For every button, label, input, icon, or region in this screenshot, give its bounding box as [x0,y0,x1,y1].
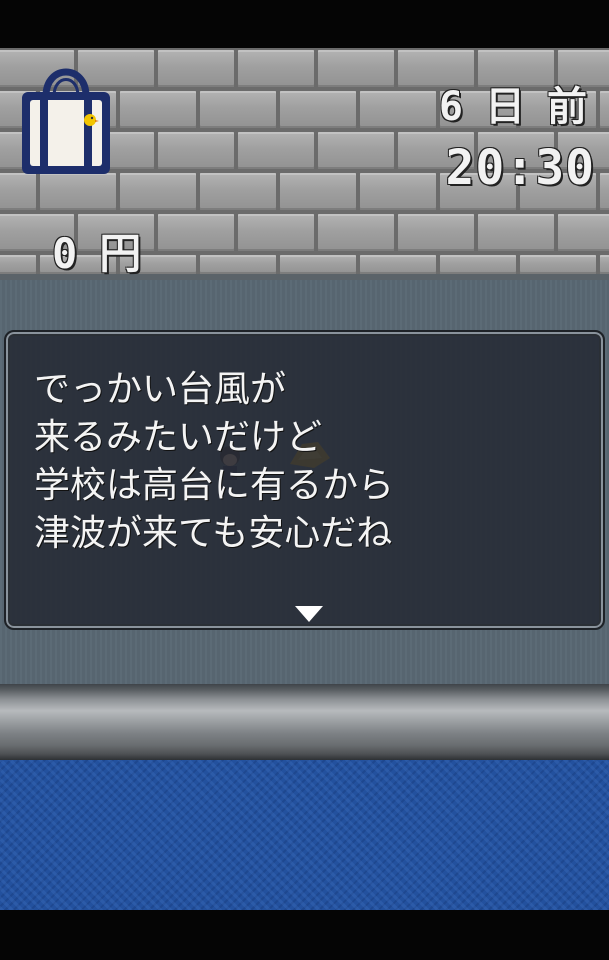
letterbox-bottom [0,910,609,960]
days-remaining: 6 日 前 [439,74,587,130]
dialogue-line: 学校は高台に有るから [34,465,395,506]
message-window[interactable]: でっかい台風が 来るみたいだけど 学校は高台に有るから 津波が来ても安心だね [4,330,605,630]
money-value: 0 [52,229,78,278]
letterbox-top [0,0,609,48]
stone-ledge [0,684,609,760]
tote-bag-icon[interactable] [18,56,114,178]
money-display: 0 円 [52,220,172,278]
dialogue-line: でっかい台風が [34,369,287,410]
dialogue-line: 津波が来ても安心だね [34,513,393,554]
water-surface [0,760,609,910]
dialogue-text: でっかい台風が 来るみたいだけど 学校は高台に有るから 津波が来ても安心だね [34,366,594,558]
game-clock: 20:30 [445,140,595,196]
days-word-before: 前 [547,84,587,130]
days-word-day: 日 [485,84,525,130]
money-unit: 円 [99,229,142,278]
days-number: 6 [438,84,463,130]
dialogue-line: 来るみたいだけど [34,417,323,458]
triangle-down-icon[interactable] [293,604,325,624]
